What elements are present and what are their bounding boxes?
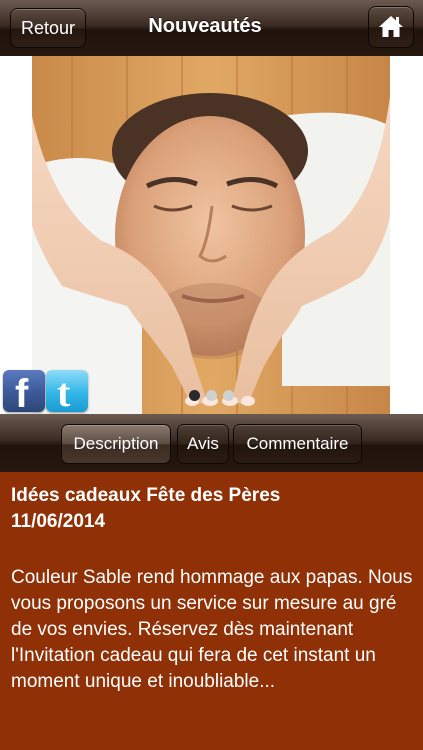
tab-commentaire[interactable]: Commentaire: [233, 424, 362, 464]
page-title: Nouveautés: [148, 15, 262, 37]
article-date: 11/06/2014: [11, 511, 106, 532]
spa-massage-photo: [32, 56, 390, 414]
back-button[interactable]: Retour: [10, 8, 86, 48]
article-body: Couleur Sable rend hommage aux papas. No…: [11, 567, 413, 692]
home-icon: [379, 16, 403, 37]
carousel-page-indicator[interactable]: [189, 388, 240, 401]
carousel-dot[interactable]: [223, 390, 234, 401]
facebook-share-button[interactable]: f: [3, 370, 45, 416]
photo-carousel[interactable]: [0, 56, 423, 414]
facebook-icon: f: [15, 372, 29, 416]
tab-description[interactable]: Description: [61, 424, 171, 464]
tab-avis[interactable]: Avis: [177, 424, 229, 464]
top-navigation-bar: Retour Nouveautés: [0, 0, 423, 57]
twitter-share-button[interactable]: t: [46, 370, 88, 415]
tab-bar: Description Avis Commentaire: [0, 414, 423, 472]
twitter-icon: t: [57, 370, 71, 415]
carousel-dot[interactable]: [189, 390, 200, 401]
article-heading: Idées cadeaux Fête des Pères 11/06/2014: [11, 483, 411, 535]
article-content: Idées cadeaux Fête des Pères 11/06/2014 …: [0, 472, 423, 750]
carousel-dot[interactable]: [206, 390, 217, 401]
home-button[interactable]: [368, 6, 414, 48]
article-title: Idées cadeaux Fête des Pères: [11, 485, 281, 506]
